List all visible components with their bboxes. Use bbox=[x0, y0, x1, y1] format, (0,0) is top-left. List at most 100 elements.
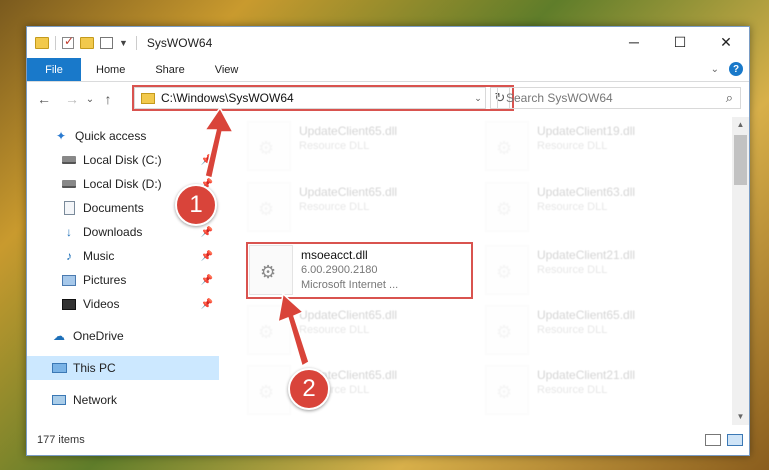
properties-icon[interactable] bbox=[62, 34, 74, 49]
dll-file-icon bbox=[485, 245, 529, 295]
vertical-scrollbar[interactable]: ▲ ▼ bbox=[732, 117, 749, 425]
tiles-view-icon[interactable] bbox=[727, 434, 743, 446]
sidebar-item-this-pc[interactable]: This PC bbox=[27, 356, 219, 380]
pin-icon: 📌 bbox=[200, 226, 213, 238]
status-bar: 177 items bbox=[27, 425, 749, 455]
sidebar-item-label: Local Disk (D:) bbox=[83, 177, 162, 191]
file-item[interactable]: UpdateClient65.dll Resource DLL bbox=[247, 182, 477, 238]
title-bar: ▼ SysWOW64 ─ ☐ ✕ bbox=[27, 27, 749, 58]
videos-icon bbox=[61, 297, 77, 311]
sidebar-item-label: Videos bbox=[83, 297, 120, 311]
details-view-icon[interactable] bbox=[705, 434, 721, 446]
sidebar-item-music[interactable]: ♪ Music 📌 bbox=[27, 244, 219, 268]
file-name: UpdateClient65.dll bbox=[299, 124, 398, 138]
sidebar-item-videos[interactable]: Videos 📌 bbox=[27, 292, 219, 316]
file-description: Resource DLL bbox=[537, 324, 608, 336]
file-item[interactable]: UpdateClient65.dllResource DLL bbox=[247, 305, 477, 361]
file-name: UpdateClient19.dll bbox=[537, 124, 636, 138]
file-highlight bbox=[246, 242, 473, 299]
sidebar-item-local-disk-c[interactable]: Local Disk (C:) 📌 bbox=[27, 148, 219, 172]
sidebar-item-label: This PC bbox=[73, 361, 116, 375]
file-name: UpdateClient63.dll bbox=[537, 185, 636, 199]
file-name: UpdateClient65.dll bbox=[299, 185, 398, 199]
dll-file-icon bbox=[485, 365, 529, 415]
sidebar-item-pictures[interactable]: Pictures 📌 bbox=[27, 268, 219, 292]
search-icon[interactable]: ⌕ bbox=[726, 90, 733, 106]
window-title: SysWOW64 bbox=[146, 35, 213, 50]
network-icon bbox=[51, 393, 67, 407]
documents-icon bbox=[61, 201, 77, 215]
sidebar-item-label: Documents bbox=[83, 201, 144, 215]
dll-file-icon bbox=[247, 305, 291, 355]
sidebar-item-quick-access[interactable]: ✦ Quick access bbox=[27, 124, 219, 148]
file-description: Resource DLL bbox=[299, 201, 370, 213]
step-1-badge: 1 bbox=[175, 184, 217, 226]
sidebar-item-label: Network bbox=[73, 393, 118, 407]
file-item[interactable]: UpdateClient19.dll Resource DLL bbox=[485, 121, 715, 177]
pin-icon: 📌 bbox=[200, 154, 213, 166]
file-item[interactable]: UpdateClient65.dllResource DLL bbox=[247, 365, 477, 421]
tab-share[interactable]: Share bbox=[140, 58, 199, 81]
navigation-pane: ✦ Quick access Local Disk (C:) 📌 Local D… bbox=[27, 117, 219, 425]
pin-icon: 📌 bbox=[200, 274, 213, 286]
pictures-icon bbox=[61, 273, 77, 287]
address-highlight bbox=[132, 85, 514, 111]
tab-home[interactable]: Home bbox=[81, 58, 140, 81]
tab-file[interactable]: File bbox=[27, 58, 81, 81]
ribbon-tabs: File Home Share View ⌄ ? bbox=[27, 58, 749, 82]
onedrive-icon: ☁ bbox=[53, 329, 65, 343]
dll-file-icon bbox=[485, 182, 529, 232]
view-toggle bbox=[705, 434, 743, 446]
window-controls: ─ ☐ ✕ bbox=[611, 27, 749, 57]
toolbar-divider bbox=[55, 35, 56, 50]
file-item[interactable]: UpdateClient21.dll Resource DLL bbox=[485, 365, 715, 421]
up-button[interactable]: ↑ bbox=[97, 91, 119, 107]
this-pc-icon bbox=[51, 361, 67, 375]
back-button[interactable]: ← bbox=[33, 91, 55, 107]
step-2-badge: 2 bbox=[288, 368, 330, 410]
sidebar-item-onedrive[interactable]: ☁ OneDrive bbox=[27, 324, 219, 348]
file-item[interactable]: UpdateClient65.dllResource DLL bbox=[485, 305, 715, 361]
expand-ribbon-icon[interactable]: ⌄ bbox=[711, 64, 719, 75]
help-icon[interactable]: ? bbox=[729, 62, 743, 76]
file-item[interactable]: UpdateClient65.dll Resource DLL bbox=[247, 121, 477, 177]
item-count: 177 items bbox=[37, 434, 85, 446]
explorer-window: ▼ SysWOW64 ─ ☐ ✕ File Home Share View ⌄ … bbox=[26, 26, 750, 456]
forward-button[interactable]: → bbox=[61, 91, 83, 107]
sidebar-item-label: OneDrive bbox=[73, 329, 124, 343]
search-placeholder: Search SysWOW64 bbox=[506, 91, 613, 105]
file-description: Resource DLL bbox=[299, 140, 370, 152]
new-folder-icon[interactable] bbox=[80, 36, 94, 49]
dll-file-icon bbox=[247, 121, 291, 171]
maximize-button[interactable]: ☐ bbox=[657, 27, 703, 57]
scrollbar-thumb[interactable] bbox=[734, 135, 747, 185]
quick-access-toolbar: ▼ bbox=[27, 34, 128, 50]
file-description: Resource DLL bbox=[537, 264, 608, 276]
close-button[interactable]: ✕ bbox=[703, 27, 749, 57]
ribbon-right: ⌄ ? bbox=[711, 62, 743, 76]
file-name: UpdateClient21.dll bbox=[537, 248, 636, 262]
pin-icon: 📌 bbox=[200, 298, 213, 310]
pin-icon: 📌 bbox=[200, 250, 213, 262]
minimize-button[interactable]: ─ bbox=[611, 27, 657, 57]
scroll-down-icon[interactable]: ▼ bbox=[732, 409, 749, 425]
file-name: UpdateClient21.dll bbox=[537, 368, 636, 382]
file-description: Resource DLL bbox=[537, 384, 608, 396]
dll-file-icon bbox=[485, 121, 529, 171]
scroll-up-icon[interactable]: ▲ bbox=[732, 117, 749, 133]
view-icon[interactable] bbox=[100, 36, 113, 49]
recent-locations-button[interactable]: ⌄ bbox=[83, 94, 97, 105]
search-input[interactable]: Search SysWOW64 ⌕ bbox=[497, 87, 741, 109]
file-item[interactable]: UpdateClient21.dll Resource DLL bbox=[485, 245, 715, 301]
dll-file-icon bbox=[247, 365, 291, 415]
file-item[interactable]: UpdateClient63.dll Resource DLL bbox=[485, 182, 715, 238]
navigation-bar: ← → ⌄ ↑ C:\Windows\SysWOW64 ⌄ ↻ Search S… bbox=[27, 82, 749, 116]
sidebar-item-network[interactable]: Network bbox=[27, 388, 219, 412]
file-description: Resource DLL bbox=[537, 140, 608, 152]
file-description: Resource DLL bbox=[537, 201, 608, 213]
folder-icon bbox=[35, 36, 49, 49]
tab-view[interactable]: View bbox=[200, 58, 254, 81]
disk-icon bbox=[61, 177, 77, 191]
customize-toolbar-icon[interactable]: ▼ bbox=[119, 38, 128, 48]
music-icon: ♪ bbox=[66, 249, 72, 263]
